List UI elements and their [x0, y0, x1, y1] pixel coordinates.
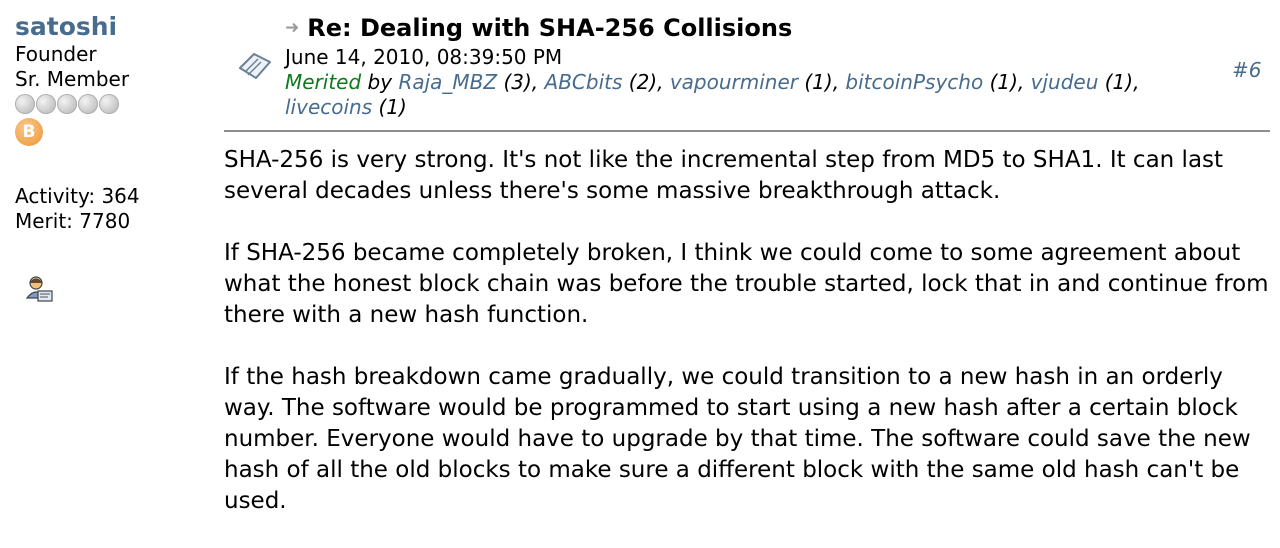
post-paragraph: If the hash breakdown came gradually, we…: [224, 364, 1251, 514]
activity-value: 364: [101, 184, 140, 208]
post-date: June 14, 2010, 08:39:50 PM: [285, 45, 563, 69]
rank-star-icon: [57, 94, 77, 114]
post-title-link[interactable]: Re: Dealing with SHA-256 Collisions: [307, 14, 792, 43]
activity-stat: Activity: 364: [15, 184, 205, 209]
bitcoin-badge-icon: B: [15, 118, 43, 146]
header-divider: [224, 130, 1270, 132]
post-icon: [236, 48, 276, 88]
post-body: SHA-256 is very strong. It's not like th…: [224, 145, 1274, 548]
merit-count: (3): [503, 70, 532, 94]
merit-count: (1): [378, 95, 407, 119]
rank-star-icon: [78, 94, 98, 114]
merit-count: (1): [1104, 70, 1134, 94]
merit-stat: Merit: 7780: [15, 209, 205, 234]
poster-username[interactable]: satoshi: [15, 12, 205, 42]
merit-user-link[interactable]: livecoins: [285, 95, 372, 119]
merit-count: (2): [628, 70, 658, 94]
post-subject: ➜ Re: Dealing with SHA-256 Collisions: [285, 14, 1185, 43]
merit-count: (1): [804, 70, 833, 94]
post-paragraph: If SHA-256 became completely broken, I t…: [224, 240, 1269, 328]
activity-label: Activity:: [15, 184, 96, 208]
poster-stats: Activity: 364 Merit: 7780: [15, 184, 205, 234]
post-header: ➜ Re: Dealing with SHA-256 Collisions Ju…: [285, 14, 1185, 120]
rank-star-icon: [99, 94, 119, 114]
user-profile-icon[interactable]: [25, 274, 55, 304]
merit-user-link[interactable]: vjudeu: [1031, 70, 1099, 94]
merit-label: Merit:: [15, 209, 73, 233]
merit-user-link[interactable]: vapourminer: [670, 70, 798, 94]
poster-position: Founder: [15, 42, 97, 66]
reply-arrow-icon: ➜: [285, 18, 300, 38]
merit-user-link[interactable]: ABCbits: [545, 70, 623, 94]
post-number-link[interactable]: #6: [1232, 58, 1261, 82]
poster-rank: Sr. Member: [15, 67, 130, 91]
rank-star-icon: [15, 94, 35, 114]
rank-star-icon: [36, 94, 56, 114]
post-paragraph: SHA-256 is very strong. It's not like th…: [224, 147, 1224, 204]
merit-count: (1): [989, 70, 1018, 94]
merit-value: 7780: [79, 209, 131, 233]
merit-user-link[interactable]: bitcoinPsycho: [845, 70, 983, 94]
rank-stars: [15, 93, 205, 115]
merited-label: Merited: [285, 70, 362, 94]
merited-by-line: Merited by Raja_MBZ (3), ABCbits (2), va…: [285, 70, 1140, 119]
poster-info: satoshi Founder Sr. Member B Activity: 3…: [15, 12, 205, 304]
merited-by-label: by: [367, 70, 393, 94]
merit-user-link[interactable]: Raja_MBZ: [398, 70, 497, 94]
